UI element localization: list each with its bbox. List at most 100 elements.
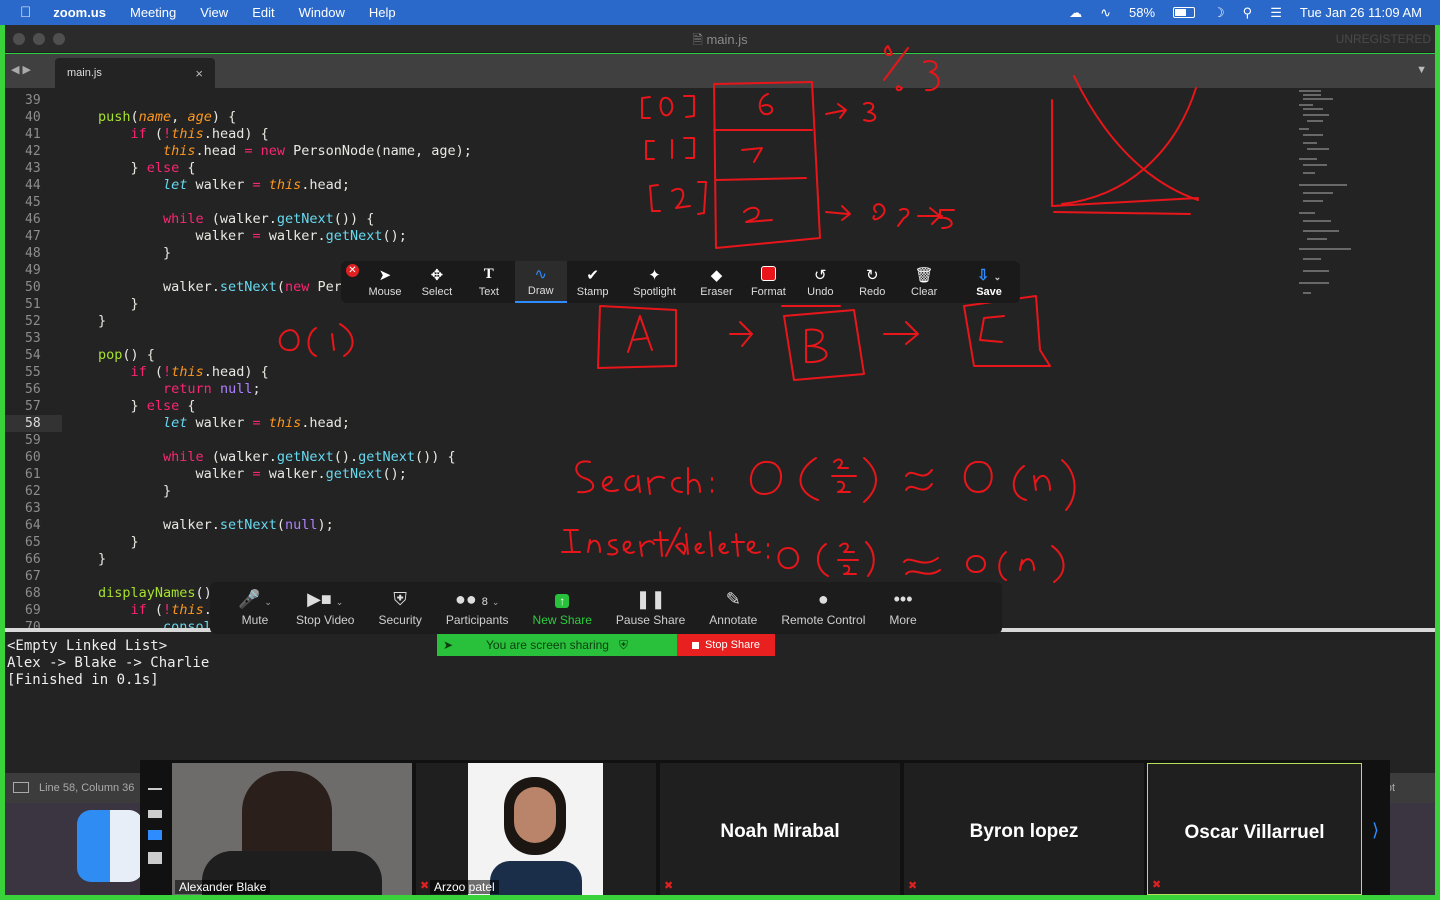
undo-icon: ↺ (814, 267, 827, 284)
wifi-icon[interactable]: ∿ (1100, 5, 1111, 21)
tool-clear[interactable]: 🗑 Clear (898, 261, 950, 303)
line-number: 41 (25, 127, 41, 142)
console-line: [Finished in 0.1s] (7, 672, 159, 688)
menu-edit[interactable]: Edit (240, 5, 286, 20)
clock[interactable]: Tue Jan 26 11:09 AM (1300, 5, 1422, 20)
tool-stamp[interactable]: ✔ Stamp (567, 261, 619, 303)
control-label: Participants (445, 613, 509, 627)
grid-view-icon[interactable] (148, 852, 162, 864)
speaker-view-icon[interactable] (148, 810, 162, 818)
new-share-button[interactable]: ↑ New Share (521, 582, 604, 634)
tool-label: Text (478, 286, 499, 298)
finder-icon[interactable] (77, 810, 143, 882)
tool-select[interactable]: ✥ Select (411, 261, 463, 303)
remote-control-button[interactable]: ● Remote Control (769, 582, 877, 634)
code-line: } (98, 534, 139, 550)
window-titlebar: 🗎 main.js UNREGISTERED (5, 25, 1435, 53)
code-line: } (98, 551, 107, 567)
tool-save[interactable]: ⇩ ⌄ Save (958, 261, 1020, 303)
close-tab-icon[interactable]: × (195, 66, 203, 81)
mute-button[interactable]: 🎤 ⌄ Mute (226, 582, 284, 634)
moon-icon[interactable]: ☽ (1213, 5, 1225, 21)
tool-spotlight[interactable]: ✦ Spotlight (619, 261, 691, 303)
line-number: 68 (25, 586, 41, 601)
cursor-position: Line 58, Column 36 (39, 782, 135, 794)
menu-window[interactable]: Window (287, 5, 357, 20)
control-label: Mute (241, 613, 269, 627)
chevron-right-icon[interactable]: ⟩ (1372, 820, 1379, 841)
participants-button[interactable]: ●● 8 ⌄ Participants (434, 582, 521, 634)
strip-view-icon[interactable] (148, 830, 162, 840)
code-line: if (!this.head) { (130, 364, 269, 380)
tool-label: Save (976, 286, 1002, 298)
shield-icon: ⛨ (393, 589, 407, 609)
annotate-button[interactable]: ✎ Annotate (697, 582, 769, 634)
tab-menu-icon[interactable]: ▼ (1416, 64, 1427, 76)
participant-tile-active-speaker[interactable]: Oscar Villarruel ✖ (1147, 763, 1362, 895)
security-button[interactable]: ⛨ Security (366, 582, 433, 634)
code-line: let walker = this.head; (163, 415, 351, 431)
code-editor[interactable]: 39 40 41 42 43 44 45 46 47 48 49 50 51 52 53 54 55 56 57 58… (5, 88, 1435, 628)
cursor-icon: ➤ (378, 267, 392, 284)
pause-icon: ❚❚ (635, 589, 666, 609)
minimap[interactable] (1297, 88, 1357, 298)
line-number: 62 (25, 484, 41, 499)
search-icon[interactable]: ⚲ (1243, 5, 1253, 21)
tool-label: Eraser (700, 286, 733, 298)
close-annotate-icon[interactable]: ✕ (346, 264, 359, 277)
tool-undo[interactable]: ↺ Undo (794, 261, 846, 303)
tool-eraser[interactable]: ◆ Eraser (691, 261, 743, 303)
tool-label: Draw (527, 285, 554, 297)
chevron-down-icon[interactable]: ⌄ (492, 597, 500, 607)
tool-text[interactable]: T Text (463, 261, 515, 303)
menu-view[interactable]: View (188, 5, 240, 20)
drag-handle-icon[interactable]: ➤ (443, 638, 453, 652)
share-status-bar: ➤ You are screen sharing ⛨ Stop Share (437, 634, 775, 656)
shield-check-icon: ⛨ (618, 637, 628, 652)
participant-tile[interactable]: Noah Mirabal ✖ (660, 763, 900, 895)
tab-main-js[interactable]: main.js × (55, 58, 215, 88)
cloud-icon[interactable]: ☁ (1069, 5, 1082, 21)
tool-mouse[interactable]: ➤ Mouse (359, 261, 411, 303)
participants-icon: ●● 8 ⌄ (454, 589, 500, 609)
line-number: 52 (25, 314, 41, 329)
chevron-down-icon[interactable]: ⌄ (336, 597, 344, 607)
chevron-down-icon[interactable]: ⌄ (264, 597, 272, 607)
line-number: 49 (25, 263, 41, 278)
screen-sharing-indicator[interactable]: ➤ You are screen sharing ⛨ (437, 634, 677, 656)
menu-help[interactable]: Help (357, 5, 408, 20)
more-button[interactable]: ••• More (877, 582, 928, 634)
battery-percent[interactable]: 58% (1129, 5, 1155, 20)
code-line: walker.setNext(new Per (98, 279, 342, 295)
menu-meeting[interactable]: Meeting (118, 5, 188, 20)
tab-nav-arrows-icon[interactable]: ◀ ▶ (11, 63, 31, 76)
control-label: Security (378, 613, 422, 627)
line-number: 46 (25, 212, 41, 227)
tool-draw[interactable]: ∿ Draw (514, 261, 567, 303)
tool-redo[interactable]: ↻ Redo (846, 261, 898, 303)
stop-icon (691, 641, 699, 649)
magic-wand-icon: ✦ (648, 267, 661, 284)
participant-tile[interactable]: Alexander Blake (172, 763, 412, 895)
panel-toggle-icon[interactable] (13, 782, 29, 793)
pause-share-button[interactable]: ❚❚ Pause Share (604, 582, 697, 634)
apple-icon[interactable]:  (0, 4, 41, 21)
stop-video-button[interactable]: ▶■ ⌄ Stop Video (284, 582, 367, 634)
tool-format[interactable]: Format (742, 261, 794, 303)
minimize-gallery-icon[interactable] (148, 788, 162, 790)
participant-name: Oscar Villarruel (1184, 822, 1325, 843)
stop-share-button[interactable]: Stop Share (677, 634, 775, 656)
code-line: if (!this. (130, 602, 212, 618)
menu-app[interactable]: zoom.us (41, 5, 118, 20)
annotate-toolbar: ✕ ➤ Mouse ✥ Select T Text ∿ Draw ✔ Stamp ✦ Spo… (341, 261, 1020, 303)
participant-tile[interactable]: Arzoo patel ✖ (416, 763, 656, 895)
line-gutter: 39 40 41 42 43 44 45 46 47 48 49 50 51 52 53 54 55 56 57 58… (5, 88, 62, 628)
mouse-icon: ● (817, 589, 829, 609)
squiggle-icon: ∿ (534, 266, 548, 283)
control-label: Stop Video (295, 613, 355, 627)
participant-tile[interactable]: Byron lopez ✖ (904, 763, 1144, 895)
line-number: 59 (25, 433, 41, 448)
battery-icon[interactable] (1173, 7, 1196, 18)
line-number: 63 (25, 501, 41, 516)
control-center-icon[interactable]: ☰ (1270, 5, 1282, 21)
